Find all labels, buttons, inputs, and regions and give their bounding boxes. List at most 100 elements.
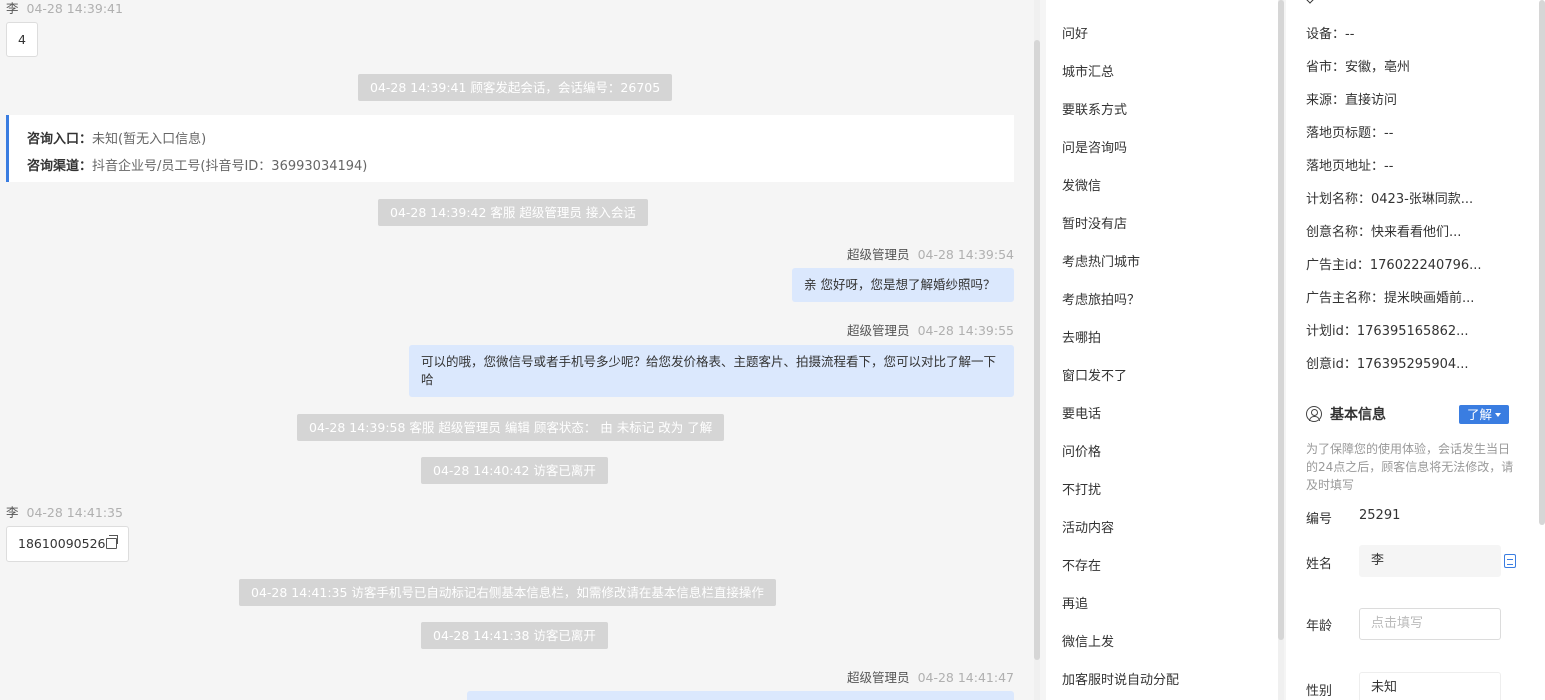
info-value: --	[1345, 27, 1355, 42]
phone-number-text: 18610090526	[18, 536, 106, 551]
info-key: 广告主id：	[1306, 258, 1370, 273]
quick-reply-item[interactable]: 不存在	[1062, 555, 1101, 574]
name-label: 姓名	[1306, 557, 1333, 572]
info-row-device: 设备：--	[1306, 23, 1354, 42]
info-key: 创意id：	[1306, 357, 1357, 372]
copy-icon[interactable]	[106, 535, 119, 549]
entry-label: 咨询入口：	[27, 132, 93, 147]
info-key: 落地页地址：	[1306, 159, 1385, 174]
system-notice: 04-28 14:39:58 客服 超级管理员 编辑 顾客状态： 由 未标记 改…	[297, 414, 725, 441]
info-row-creative-name: 创意名称：快来看看他们...	[1306, 221, 1461, 240]
customer-info-panel: 设备：-- 省市：安徽，亳州 来源：直接访问 落地页标题：-- 落地页地址：--…	[1286, 0, 1545, 700]
message-time: 04-28 14:39:55	[917, 323, 1014, 338]
quick-reply-item[interactable]: 问是咨询吗	[1062, 137, 1127, 156]
message-time: 04-28 14:41:35	[26, 505, 123, 520]
info-key: 计划名称：	[1306, 192, 1372, 207]
agent-message-bubble	[467, 691, 1014, 700]
info-key: 创意名称：	[1306, 225, 1372, 240]
info-row-creative-id: 创意id：176395295904...	[1306, 353, 1469, 372]
quick-reply-item[interactable]: 活动内容	[1062, 517, 1114, 536]
message-sender-row: 李 04-28 14:39:41	[6, 0, 123, 17]
info-key: 省市：	[1306, 60, 1346, 75]
age-input[interactable]: 点击填写	[1359, 608, 1501, 640]
chat-workspace: 李 04-28 14:39:41 4 04-28 14:39:41 顾客发起会话，…	[0, 0, 1545, 700]
customer-status-label: 了解	[1467, 407, 1493, 422]
sender-name: 超级管理员	[847, 670, 910, 685]
message-time: 04-28 14:41:47	[917, 670, 1014, 685]
info-value: 0423-张琳同款...	[1371, 192, 1474, 207]
info-value: 176022240796...	[1369, 258, 1482, 273]
info-value: 提米映画婚前...	[1384, 291, 1475, 306]
edit-deadline-notice: 为了保障您的使用体验，会话发生当日的24点之后，顾客信息将无法修改，请及时填写	[1306, 442, 1514, 492]
quick-reply-item[interactable]: 微信上发	[1062, 631, 1114, 650]
basic-info-title: 基本信息	[1330, 407, 1386, 423]
info-value: 安徽，亳州	[1345, 60, 1411, 75]
gender-label: 性别	[1306, 684, 1333, 699]
message-sender-row: 超级管理员 04-28 14:41:47	[847, 667, 1014, 686]
info-row-landing-title: 落地页标题：--	[1306, 122, 1393, 141]
quick-reply-scrollbar[interactable]	[1278, 0, 1284, 700]
info-row-source: 来源：直接访问	[1306, 89, 1397, 108]
id-label: 编号	[1306, 512, 1333, 527]
quick-reply-scrollbar-thumb[interactable]	[1278, 0, 1284, 640]
quick-reply-item[interactable]: 要电话	[1062, 403, 1101, 422]
sender-name: 超级管理员	[847, 323, 910, 338]
system-notice: 04-28 14:40:42 访客已离开	[421, 457, 608, 484]
message-sender-row: 李 04-28 14:41:35	[6, 502, 123, 521]
consult-entry-card: 咨询入口：未知(暂无入口信息) 咨询渠道：抖音企业号/员工号(抖音号ID：369…	[6, 115, 1014, 182]
channel-value: 抖音企业号/员工号(抖音号ID：36993034194)	[92, 159, 368, 174]
quick-reply-item[interactable]: 再追	[1062, 593, 1088, 612]
message-sender-row: 超级管理员 04-28 14:39:54	[847, 244, 1014, 263]
chat-scrollbar[interactable]	[1034, 0, 1040, 700]
quick-reply-item[interactable]: 考虑热门城市	[1062, 251, 1140, 270]
info-row-advertiser-id: 广告主id：176022240796...	[1306, 254, 1482, 273]
quick-reply-item[interactable]: 问好	[1062, 23, 1088, 42]
quick-reply-item[interactable]: 问价格	[1062, 441, 1101, 460]
gender-field[interactable]: 未知	[1359, 672, 1501, 700]
info-key: 落地页标题：	[1306, 126, 1385, 141]
quick-reply-item[interactable]: 不打扰	[1062, 479, 1101, 498]
quick-reply-item[interactable]: 要联系方式	[1062, 99, 1127, 118]
system-notice: 04-28 14:41:38 访客已离开	[421, 622, 608, 649]
quick-reply-item[interactable]: 去哪拍	[1062, 327, 1101, 346]
sender-name: 超级管理员	[847, 247, 910, 262]
info-scrollbar[interactable]	[1539, 0, 1545, 700]
chat-panel: 李 04-28 14:39:41 4 04-28 14:39:41 顾客发起会话，…	[0, 0, 1040, 700]
quick-reply-item[interactable]: 发微信	[1062, 175, 1101, 194]
customer-status-dropdown[interactable]: 了解	[1459, 405, 1510, 424]
info-row-plan-name: 计划名称：0423-张琳同款...	[1306, 188, 1473, 207]
name-field[interactable]: 李	[1359, 545, 1501, 577]
channel-label: 咨询渠道：	[27, 159, 93, 174]
message-sender-row: 超级管理员 04-28 14:39:55	[847, 320, 1014, 339]
document-icon[interactable]	[1504, 554, 1516, 568]
info-value: --	[1384, 159, 1394, 174]
info-value: 快来看看他们...	[1371, 225, 1462, 240]
info-scrollbar-thumb[interactable]	[1539, 0, 1545, 525]
agent-message-bubble: 亲 您好呀，您是想了解婚纱照吗？	[792, 268, 1014, 302]
info-key: 来源：	[1306, 93, 1346, 108]
sender-name: 李	[6, 505, 19, 520]
caret-down-icon	[1495, 413, 1502, 417]
quick-reply-item[interactable]: 考虑旅拍吗？	[1062, 289, 1140, 308]
info-key: 广告主名称：	[1306, 291, 1385, 306]
visitor-phone-bubble: 18610090526	[6, 526, 130, 562]
quick-reply-panel: 问好 城市汇总 要联系方式 问是咨询吗 发微信 暂时没有店 考虑热门城市 考虑旅…	[1046, 0, 1278, 700]
chat-scrollbar-thumb[interactable]	[1034, 40, 1040, 660]
quick-reply-item[interactable]: 加客服时说自动分配	[1062, 669, 1179, 688]
info-row-landing-url: 落地页地址：--	[1306, 155, 1393, 174]
info-row-region: 省市：安徽，亳州	[1306, 56, 1410, 75]
quick-reply-item[interactable]: 窗口发不了	[1062, 365, 1127, 384]
agent-message-bubble: 可以的哦，您微信号或者手机号多少呢？给您发价格表、主题客片、拍摄流程看下，您可以…	[409, 345, 1014, 397]
info-value: 直接访问	[1345, 93, 1398, 108]
message-time: 04-28 14:39:41	[26, 1, 123, 16]
quick-reply-item[interactable]: 暂时没有店	[1062, 213, 1127, 232]
info-value: 176395295904...	[1356, 357, 1469, 372]
info-value: --	[1384, 126, 1394, 141]
info-row-advertiser-name: 广告主名称：提米映画婚前...	[1306, 287, 1474, 306]
system-notice: 04-28 14:39:41 顾客发起会话，会话编号：26705	[358, 74, 673, 101]
quick-reply-item[interactable]: 城市汇总	[1062, 61, 1114, 80]
entry-value: 未知(暂无入口信息)	[92, 132, 207, 147]
chevron-icon[interactable]	[1304, 0, 1316, 4]
system-notice: 04-28 14:41:35 访客手机号已自动标记右侧基本信息栏，如需修改请在基…	[239, 579, 776, 606]
info-key: 设备：	[1306, 27, 1346, 42]
